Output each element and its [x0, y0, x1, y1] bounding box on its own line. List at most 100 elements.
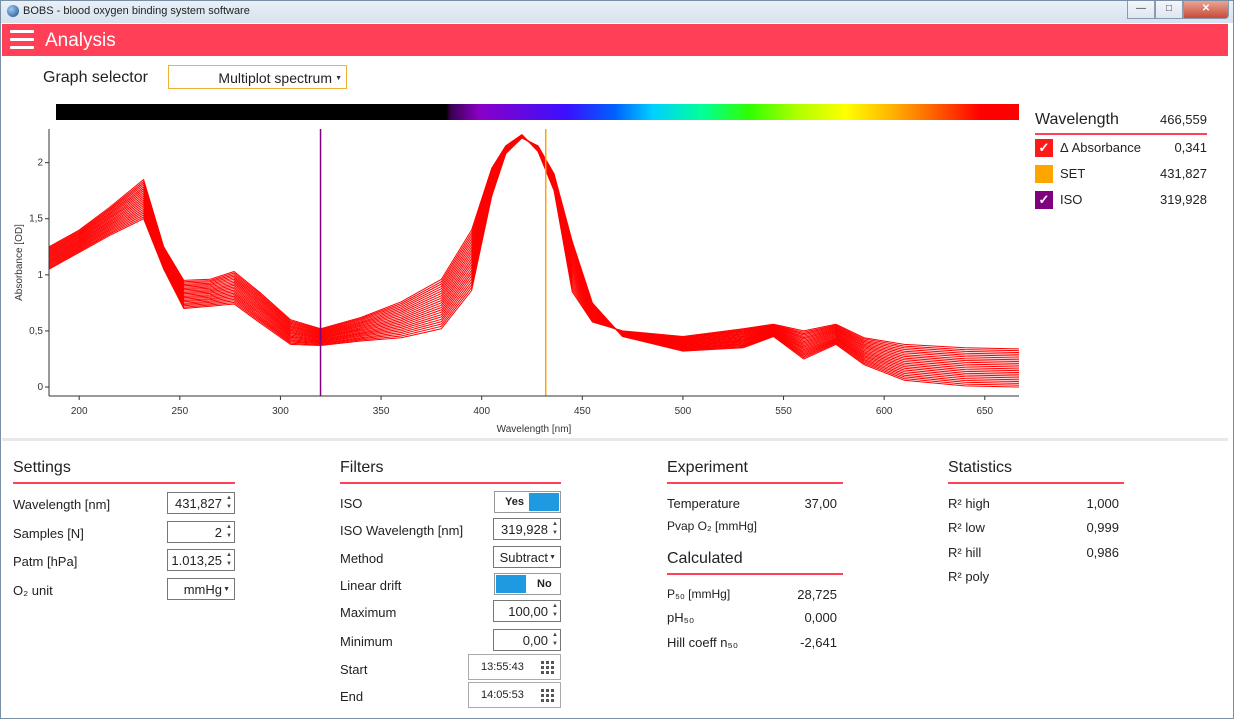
spectrum-series-line — [48, 135, 1020, 366]
spectrum-chart[interactable]: 200 250 300 350 400 450 500 550 600 650 0 0,5 1 1,5 2 W… — [1, 121, 1031, 436]
settings-title: Settings — [13, 459, 235, 484]
r2-low-label: R² low — [948, 520, 985, 535]
x-tick-label: 250 — [171, 406, 188, 417]
x-tick-label: 300 — [272, 406, 289, 417]
section-divider — [2, 438, 1228, 441]
close-button[interactable]: ✕ — [1183, 1, 1229, 19]
filters-title: Filters — [340, 459, 561, 484]
y-axis-label: Absorbance [OD] — [14, 224, 25, 301]
spinner-icon[interactable]: ▲ ▼ — [226, 551, 232, 569]
samples-value: 2 — [214, 525, 222, 540]
app-window: BOBS - blood oxygen binding system softw… — [0, 0, 1234, 719]
wavelength-input[interactable]: 431,827 ▲ ▼ — [167, 492, 235, 514]
r2-hill-value: 0,986 — [1086, 545, 1119, 560]
maximize-button[interactable]: □ — [1155, 1, 1183, 19]
spectrum-series-line — [48, 134, 1020, 353]
calendar-grid-icon[interactable] — [541, 689, 554, 702]
spectrum-series-line — [48, 136, 1020, 375]
r2-low-value: 0,999 — [1086, 520, 1119, 535]
spectrum-series-line — [48, 137, 1020, 388]
chevron-down-icon: ▼ — [335, 75, 342, 82]
y-tick-label: 2 — [37, 158, 43, 169]
hill-coeff-value: -2,641 — [800, 635, 837, 650]
x-axis-label: Wavelength [nm] — [497, 424, 572, 435]
x-tick-label: 400 — [473, 406, 490, 417]
start-label: Start — [340, 662, 368, 677]
legend-item-set[interactable]: SET 431,827 — [1035, 161, 1207, 187]
samples-label: Samples [N] — [13, 526, 84, 541]
method-label: Method — [340, 551, 384, 566]
maximum-input[interactable]: 100,00 ▲ ▼ — [493, 600, 561, 622]
legend-item-absorbance[interactable]: ✓ Δ Absorbance 0,341 — [1035, 135, 1207, 161]
ph50-label: pH₅₀ — [667, 610, 695, 625]
checkbox-icon[interactable]: ✓ — [1035, 191, 1053, 209]
window-titlebar[interactable]: BOBS - blood oxygen binding system softw… — [1, 1, 1233, 23]
linear-drift-label: Linear drift — [340, 578, 402, 593]
start-time-picker[interactable]: 13:55:43 — [468, 654, 561, 680]
x-tick-label: 450 — [574, 406, 591, 417]
legend-item-value: 0,341 — [1174, 140, 1207, 155]
iso-toggle[interactable]: Yes — [494, 491, 561, 513]
spectrum-series-line — [48, 135, 1020, 363]
x-tick-label: 650 — [976, 406, 993, 417]
spectrum-series-line — [48, 134, 1020, 357]
y-tick-label: 1 — [37, 270, 43, 281]
spectrum-series-line — [48, 135, 1020, 364]
r2-hill-label: R² hill — [948, 545, 982, 560]
linear-drift-toggle[interactable]: No — [494, 573, 561, 595]
legend-item-value: 319,928 — [1160, 192, 1207, 207]
pvap-label: Pvap O₂ [mmHg] — [667, 519, 758, 533]
y-tick-label: 0 — [37, 382, 43, 393]
end-time-picker[interactable]: 14:05:53 — [468, 682, 561, 708]
iso-wavelength-input[interactable]: 319,928 ▲ ▼ — [493, 518, 561, 540]
end-time-value: 14:05:53 — [481, 689, 524, 701]
start-time-value: 13:55:43 — [481, 661, 524, 673]
app-logo-icon — [7, 5, 19, 17]
legend-item-value: 431,827 — [1160, 166, 1207, 181]
legend-item-iso[interactable]: ✓ ISO 319,928 — [1035, 187, 1207, 213]
patm-value: 1.013,25 — [171, 553, 222, 568]
patm-input[interactable]: 1.013,25 ▲ ▼ — [167, 549, 235, 571]
y-tick-label: 0,5 — [29, 326, 43, 337]
hamburger-menu-icon[interactable] — [10, 30, 34, 50]
minimum-input[interactable]: 0,00 ▲ ▼ — [493, 629, 561, 651]
samples-input[interactable]: 2 ▲ ▼ — [167, 521, 235, 543]
method-select[interactable]: Subtract ▼ — [493, 546, 561, 568]
method-value: Subtract — [499, 550, 548, 565]
spinner-icon[interactable]: ▲ ▼ — [226, 494, 232, 512]
o2-unit-value: mmHg — [183, 582, 222, 597]
calendar-grid-icon[interactable] — [541, 661, 554, 674]
chart-legend: Wavelength 466,559 ✓ Δ Absorbance 0,341 … — [1035, 109, 1207, 213]
temperature-value: 37,00 — [804, 496, 837, 511]
legend-wavelength-value: 466,559 — [1160, 112, 1207, 127]
minimum-label: Minimum — [340, 634, 393, 649]
checkbox-icon[interactable] — [1035, 165, 1053, 183]
spinner-icon[interactable]: ▲ ▼ — [552, 520, 558, 538]
o2-unit-label: O₂ unit — [13, 583, 53, 598]
minimize-button[interactable]: — — [1127, 1, 1155, 19]
iso-label: ISO — [340, 496, 363, 511]
wavelength-value: 431,827 — [175, 496, 222, 511]
patm-label: Patm [hPa] — [13, 554, 78, 569]
wavelength-color-bar — [56, 104, 1019, 120]
minimum-value: 0,00 — [522, 633, 548, 648]
hill-coeff-label: Hill coeff n₅₀ — [667, 635, 739, 650]
r2-high-value: 1,000 — [1086, 496, 1119, 511]
o2-unit-select[interactable]: mmHg ▼ — [167, 578, 235, 600]
maximum-label: Maximum — [340, 605, 397, 620]
spinner-icon[interactable]: ▲ ▼ — [552, 631, 558, 649]
spectrum-series-line — [48, 136, 1020, 372]
experiment-title: Experiment — [667, 459, 843, 484]
spinner-icon[interactable]: ▲ ▼ — [552, 602, 558, 620]
graph-selector-value: Multiplot spectrum — [218, 70, 332, 86]
toggle-knob — [496, 575, 526, 593]
spinner-icon[interactable]: ▲ ▼ — [226, 523, 232, 541]
checkbox-icon[interactable]: ✓ — [1035, 139, 1053, 157]
p50-value: 28,725 — [797, 587, 837, 602]
page-title: Analysis — [45, 30, 116, 51]
linear-drift-toggle-state: No — [537, 578, 552, 590]
x-tick-label: 200 — [71, 406, 88, 417]
spectrum-series-line — [48, 134, 1020, 359]
graph-selector-dropdown[interactable]: Multiplot spectrum ▼ — [168, 65, 347, 89]
y-tick-label: 1,5 — [29, 214, 43, 225]
